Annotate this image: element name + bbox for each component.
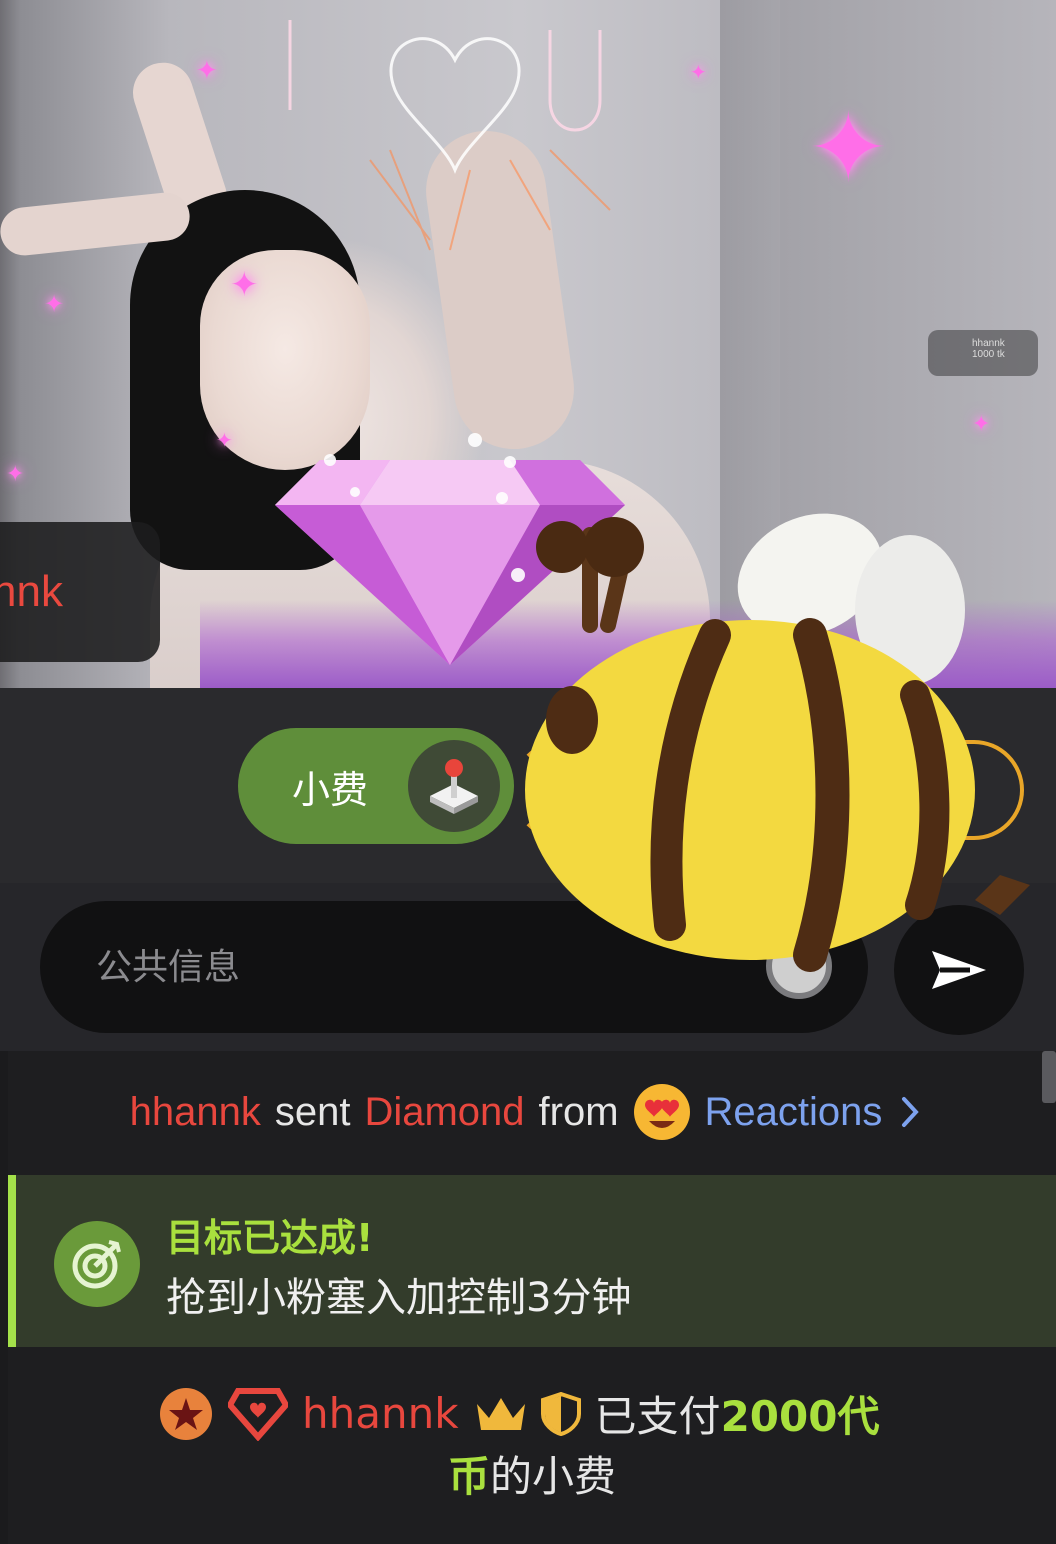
shield-icon xyxy=(540,1391,581,1436)
sparkle-icon: ✦ xyxy=(216,428,233,452)
tip-message-user[interactable]: hhannk xyxy=(302,1389,459,1438)
joystick-icon xyxy=(408,740,500,832)
gift-message-from: from xyxy=(538,1089,619,1134)
feed-scrollbar[interactable] xyxy=(1042,1051,1056,1103)
mini-card-user: hhannk xyxy=(972,338,1005,349)
fireworks-animation xyxy=(288,20,611,251)
tip-message-amount-cont: 币 xyxy=(447,1452,490,1501)
goal-title: 目标已达成! xyxy=(166,1216,374,1260)
tip-message-prefix: 已支付 xyxy=(594,1392,721,1441)
gift-message-user[interactable]: hhannk xyxy=(130,1090,261,1135)
mini-overlay-card: hhannk 1000 tk xyxy=(928,330,1038,376)
tip-button[interactable]: 小费 xyxy=(238,728,514,844)
tip-button-label: 小费 xyxy=(292,767,369,812)
sparkle-icon: ✦ xyxy=(196,56,218,86)
gift-message-gift: Diamond xyxy=(364,1089,525,1134)
sparkle-icon: ✦ xyxy=(972,412,991,437)
sparkle-icon: ✦ xyxy=(44,290,65,318)
crown-icon xyxy=(475,1394,527,1434)
chevron-right-icon[interactable] xyxy=(900,1096,920,1128)
sparkle-icon: ✦ xyxy=(808,92,889,204)
star-badge-icon xyxy=(158,1386,214,1442)
gift-message: hhannk sent Diamond from Reactions xyxy=(8,1051,1042,1173)
diamond-heart-badge-icon xyxy=(228,1387,288,1441)
sparkle-icon: ✦ xyxy=(6,462,25,487)
heart-eyes-emoji-icon xyxy=(633,1084,690,1140)
goal-reached-message: 目标已达成! 抢到小粉塞入加控制3分钟 xyxy=(8,1175,1056,1347)
tip-message-amount: 2000代 xyxy=(720,1392,880,1441)
sparkle-icon: ✦ xyxy=(690,60,707,84)
mini-card-line: 1000 tk xyxy=(972,349,1005,360)
chat-feed[interactable]: hhannk sent Diamond from Reactions 目标已达成… xyxy=(8,1051,1056,1544)
target-icon xyxy=(54,1221,140,1307)
streamer-user-tag[interactable]: nnk xyxy=(0,522,160,662)
goal-text: 抢到小粉塞入加控制3分钟 xyxy=(166,1275,632,1321)
gift-source-link[interactable]: Reactions xyxy=(705,1090,883,1135)
bee-sticker-animation xyxy=(525,513,1030,972)
user-tag-name: nnk xyxy=(0,567,63,616)
gift-message-verb: sent xyxy=(274,1089,351,1134)
tip-message-suffix: 的小费 xyxy=(490,1452,617,1501)
sparkle-icon: ✦ xyxy=(230,265,259,305)
tip-message: hhannk 已支付 2000代 币的小费 xyxy=(8,1347,1056,1544)
